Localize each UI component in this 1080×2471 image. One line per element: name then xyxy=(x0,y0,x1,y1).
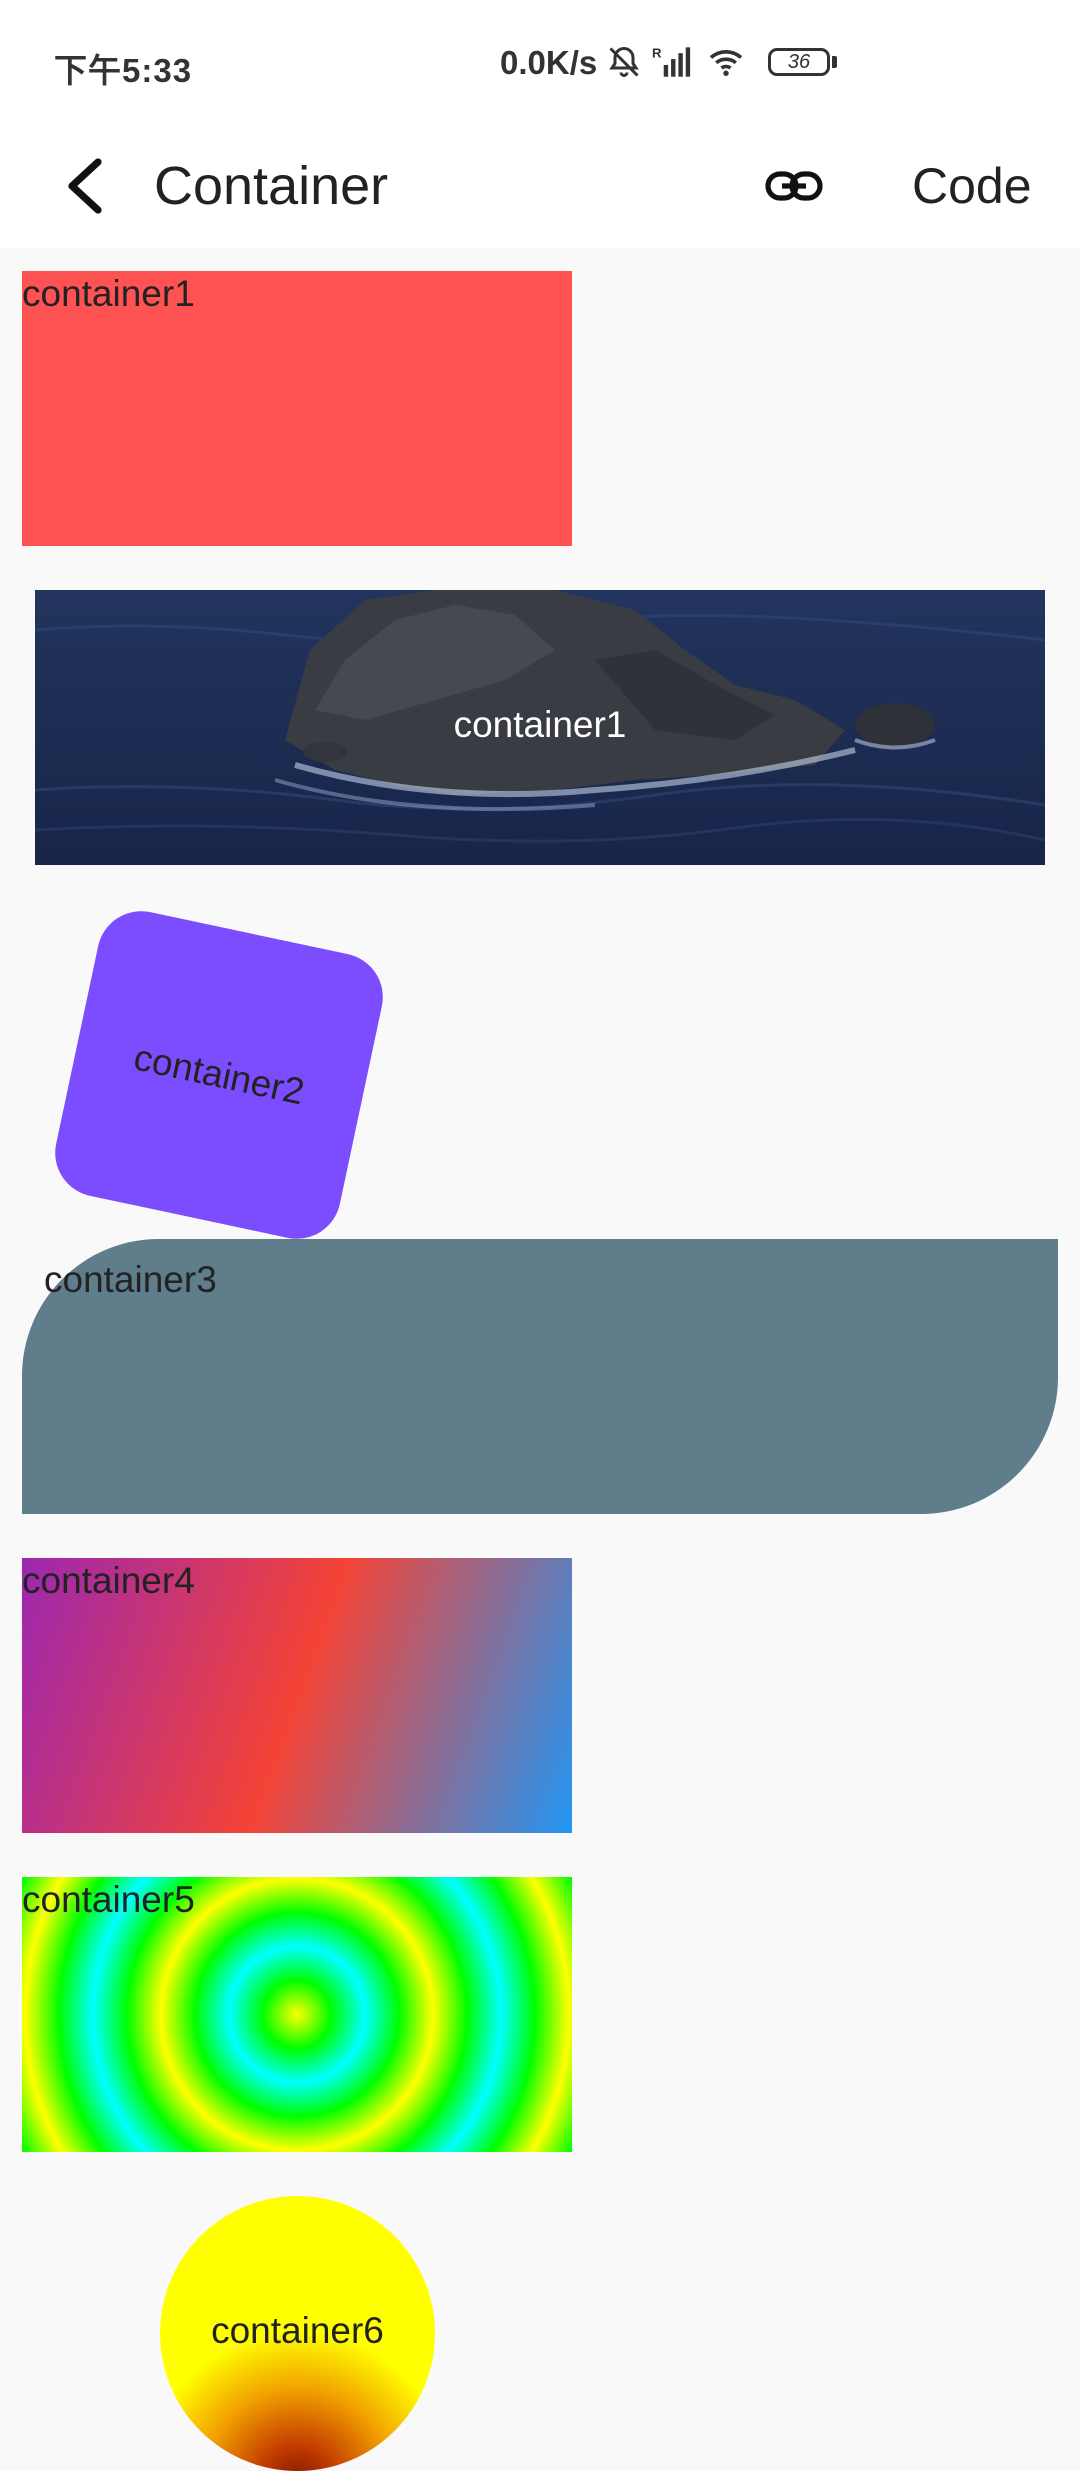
battery-tip xyxy=(832,56,837,68)
container6-box: container6 xyxy=(160,2196,435,2471)
container4-box: container4 xyxy=(22,1558,572,1833)
container6-label: container6 xyxy=(211,2310,384,2351)
network-speed: 0.0K/s xyxy=(500,44,598,81)
container1-image-box: container1 xyxy=(35,590,1045,865)
link-button[interactable] xyxy=(756,150,832,222)
link-icon xyxy=(765,171,823,201)
container4-label: container4 xyxy=(22,1560,195,1601)
container5-box: container5 xyxy=(22,1877,572,2152)
container3-box: container3 xyxy=(22,1239,1058,1514)
svg-text:R: R xyxy=(652,46,662,61)
container1-box: container1 xyxy=(22,271,572,546)
container1-label: container1 xyxy=(22,273,195,314)
page-title: Container xyxy=(154,156,389,216)
wifi-icon xyxy=(709,50,743,76)
status-time: 下午5:33 xyxy=(54,52,193,89)
container3-label: container3 xyxy=(44,1259,217,1300)
container5-label: container5 xyxy=(22,1879,195,1920)
bell-muted-icon xyxy=(609,46,639,77)
battery-icon: 36 xyxy=(768,48,830,76)
back-button[interactable] xyxy=(48,150,120,222)
container1-image-label: container1 xyxy=(453,704,627,745)
app-bar: Container Code xyxy=(0,124,1080,248)
status-bar: 下午5:33 0.0K/s R 36 xyxy=(0,0,1080,124)
back-arrow-icon xyxy=(68,158,102,214)
container2-label: container2 xyxy=(130,1036,308,1113)
container2-box: container2 xyxy=(47,903,391,1247)
code-button[interactable]: Code xyxy=(912,144,1032,228)
status-icons: R xyxy=(606,40,746,84)
signal-icon: R xyxy=(652,46,691,77)
